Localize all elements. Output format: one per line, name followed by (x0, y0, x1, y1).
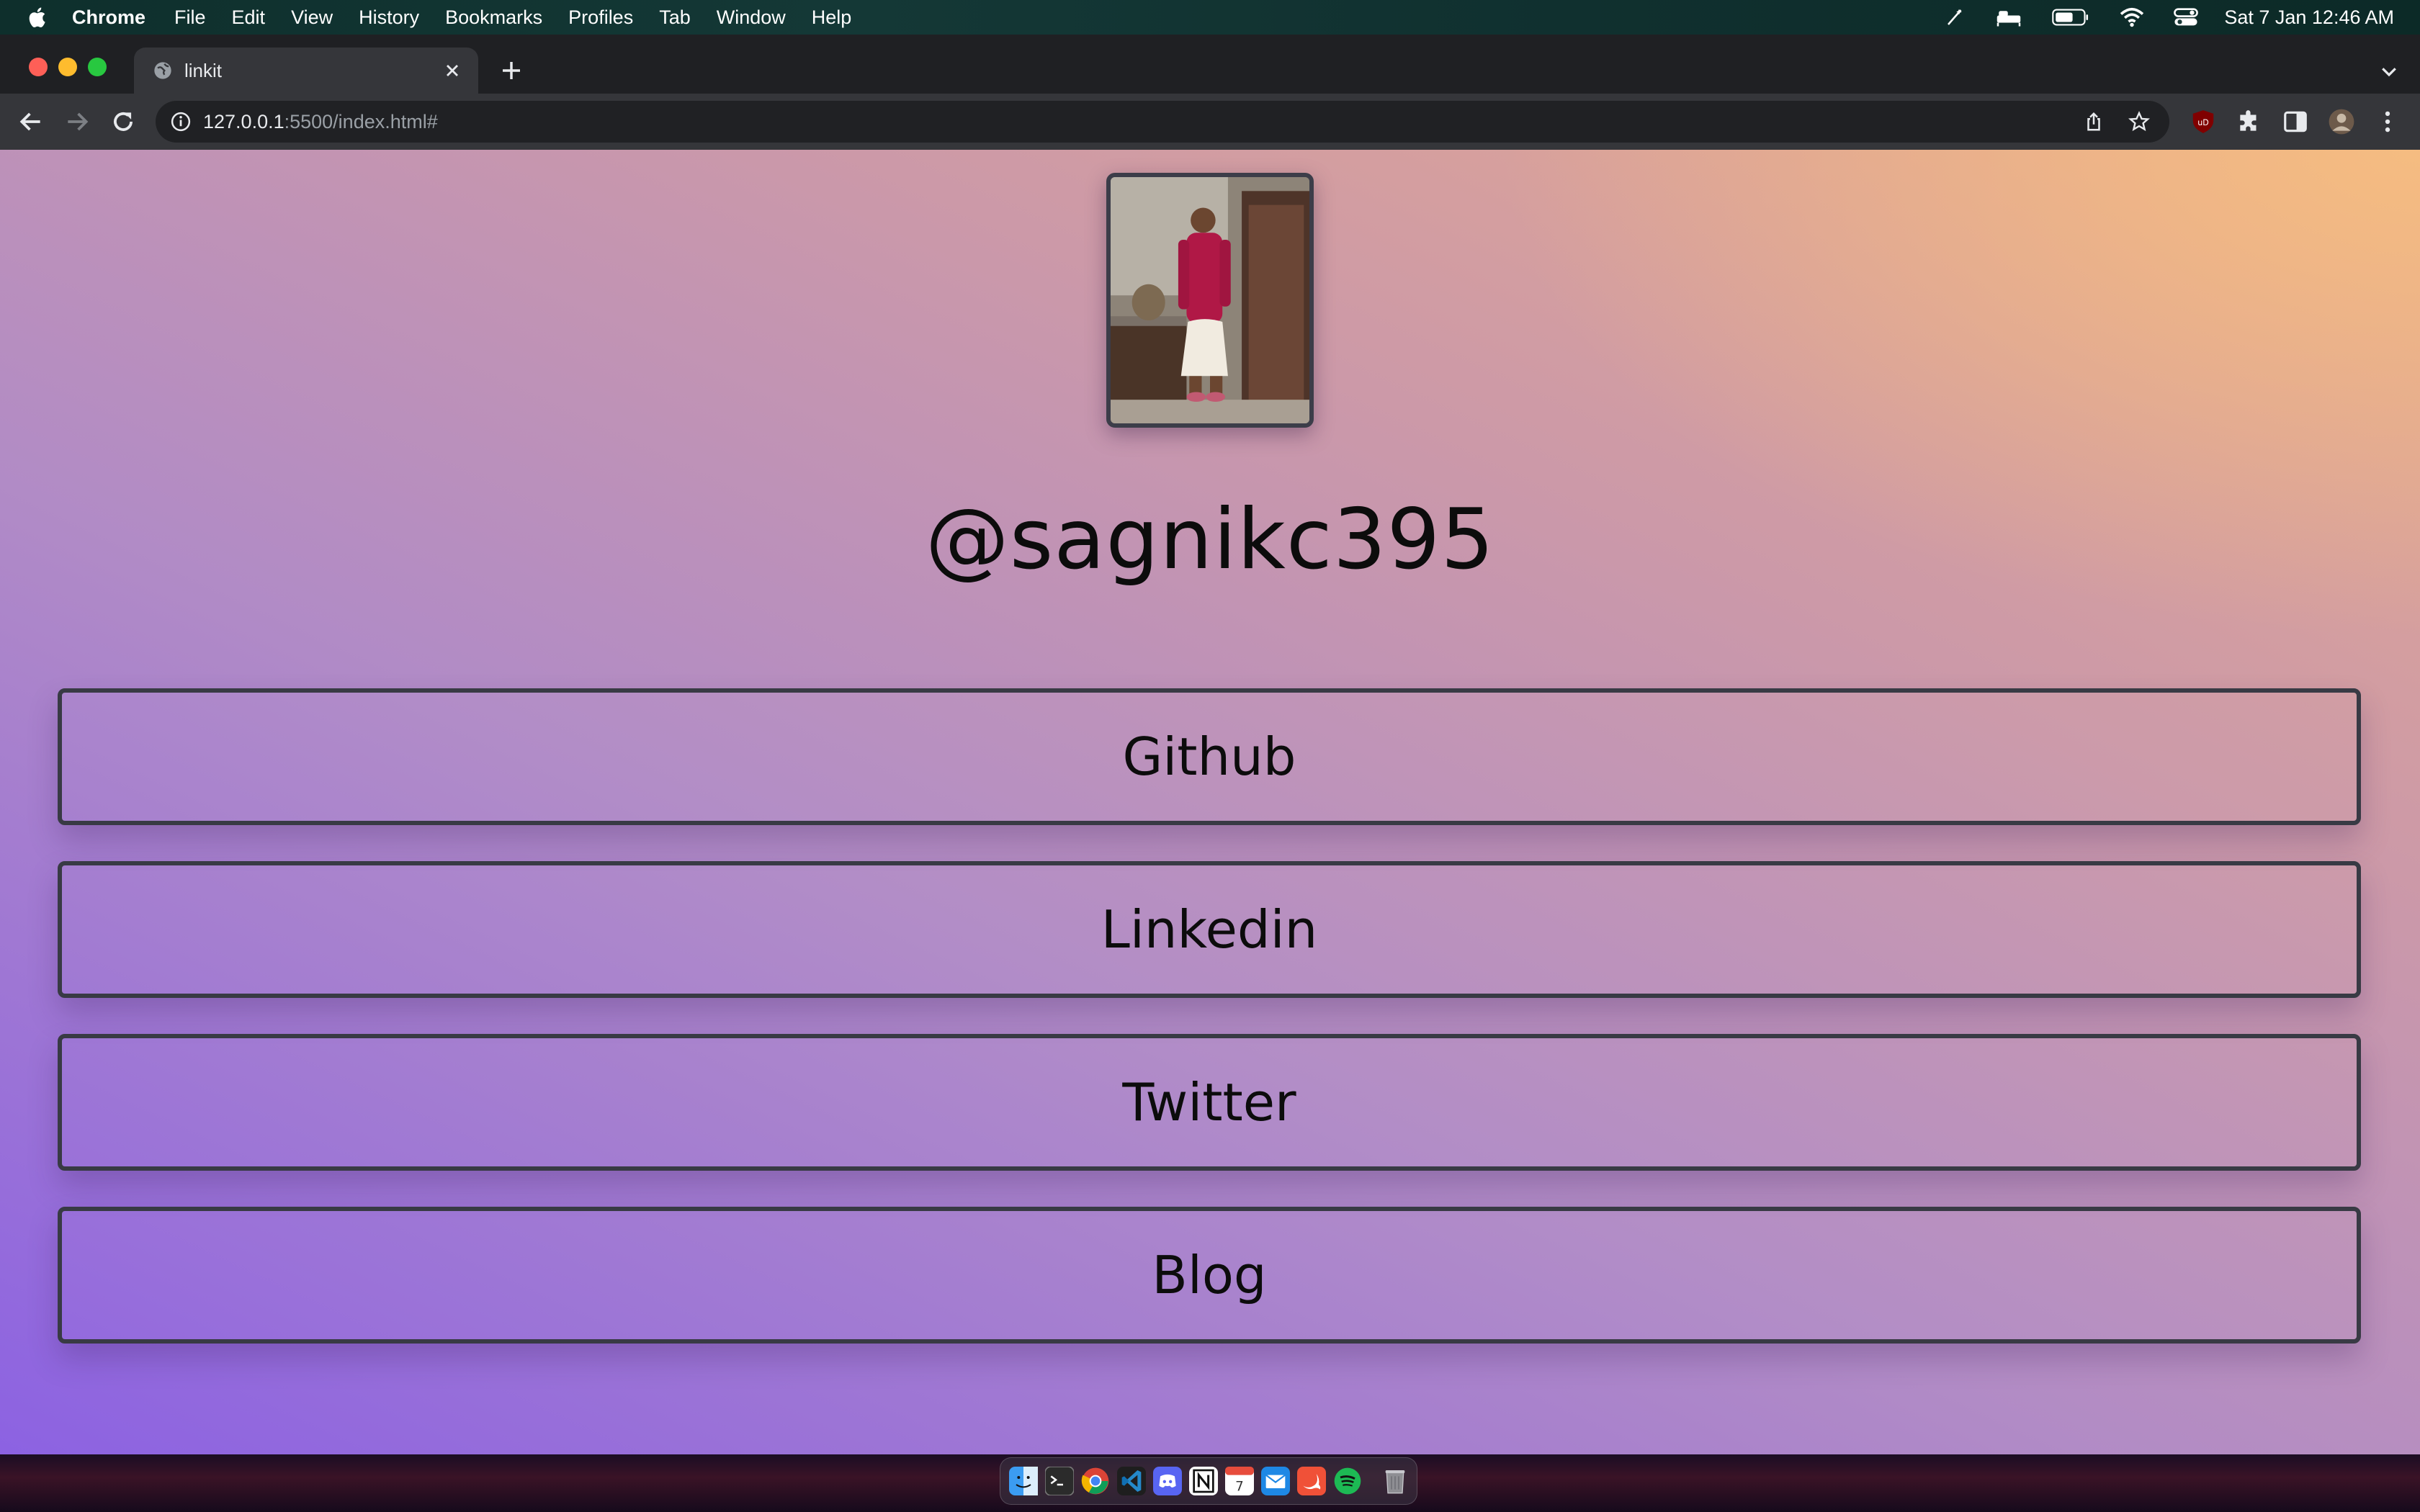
forward-arrow-icon[interactable] (63, 108, 91, 135)
swift-icon[interactable] (1297, 1467, 1326, 1495)
page-viewport: @sagnikc395 Github Linkedin Twitter Blog (0, 150, 2420, 1454)
finder-icon[interactable] (1009, 1467, 1038, 1495)
site-info-icon[interactable] (170, 111, 192, 132)
twitter-link-button[interactable]: Twitter (58, 1034, 2361, 1171)
new-tab-icon[interactable] (500, 59, 523, 82)
discord-icon[interactable] (1153, 1467, 1182, 1495)
browser-toolbar: 127.0.0.1:5500/index.html# uD (0, 94, 2420, 150)
linkedin-link-button[interactable]: Linkedin (58, 861, 2361, 998)
url-path: :5500/index.html# (284, 110, 438, 132)
tab-search-chevron-icon[interactable] (2378, 60, 2400, 82)
share-icon[interactable] (2083, 111, 2105, 132)
menu-tab[interactable]: Tab (659, 6, 691, 29)
back-arrow-icon[interactable] (17, 108, 45, 135)
wand-icon[interactable] (1945, 6, 1966, 28)
chrome-menu-kebab-icon[interactable] (2374, 108, 2401, 135)
vscode-icon[interactable] (1117, 1467, 1146, 1495)
profile-photo-image (1111, 177, 1309, 423)
tab-close-icon[interactable] (442, 60, 462, 81)
battery-icon[interactable] (2051, 8, 2090, 27)
url-host: 127.0.0.1 (203, 110, 284, 132)
menu-view[interactable]: View (291, 6, 333, 29)
macos-dock: 7 (1000, 1457, 1417, 1505)
ublock-origin-icon[interactable]: uD (2190, 108, 2217, 135)
link-list: Github Linkedin Twitter Blog (58, 688, 2361, 1380)
browser-tab-active[interactable]: linkit (134, 48, 478, 94)
svg-text:uD: uD (2197, 118, 2209, 127)
menu-profiles[interactable]: Profiles (568, 6, 633, 29)
spotify-icon[interactable] (1333, 1467, 1362, 1495)
status-area: Sat 7 Jan 12:46 AM (1916, 0, 2394, 35)
mail-icon[interactable] (1261, 1467, 1290, 1495)
menu-history[interactable]: History (359, 6, 419, 29)
tab-title: linkit (184, 59, 223, 81)
menu-bookmarks[interactable]: Bookmarks (445, 6, 542, 29)
address-bar[interactable]: 127.0.0.1:5500/index.html# (156, 101, 2169, 143)
reload-icon[interactable] (109, 108, 137, 135)
blog-link-button[interactable]: Blog (58, 1207, 2361, 1344)
menu-file[interactable]: File (174, 6, 206, 29)
calendar-day: 7 (1235, 1479, 1244, 1494)
profile-handle: @sagnikc395 (925, 491, 1495, 588)
trash-icon[interactable] (1381, 1467, 1410, 1495)
window-minimize-button[interactable] (58, 58, 77, 76)
wifi-icon[interactable] (2119, 6, 2145, 28)
chrome-icon[interactable] (1081, 1467, 1110, 1495)
control-center-icon[interactable] (2174, 6, 2199, 28)
globe-icon (154, 62, 171, 79)
menu-help[interactable]: Help (812, 6, 852, 29)
sleep-bed-icon[interactable] (1995, 6, 2022, 28)
apple-logo-icon[interactable] (26, 5, 50, 30)
calendar-icon[interactable]: 7 (1225, 1467, 1254, 1495)
side-panel-icon[interactable] (2282, 108, 2309, 135)
menubar-clock[interactable]: Sat 7 Jan 12:46 AM (2224, 6, 2394, 29)
window-close-button[interactable] (29, 58, 48, 76)
menu-edit[interactable]: Edit (232, 6, 266, 29)
menu-window[interactable]: Window (717, 6, 786, 29)
bookmark-star-icon[interactable] (2128, 110, 2151, 133)
menu-app-name[interactable]: Chrome (72, 6, 145, 29)
profile-photo (1106, 173, 1314, 428)
extensions-puzzle-icon[interactable] (2236, 108, 2263, 135)
profile-avatar-icon[interactable] (2328, 108, 2355, 135)
github-link-button[interactable]: Github (58, 688, 2361, 825)
terminal-icon[interactable] (1045, 1467, 1074, 1495)
notion-icon[interactable] (1189, 1467, 1218, 1495)
window-fullscreen-button[interactable] (88, 58, 107, 76)
macos-menu-bar: Chrome File Edit View History Bookmarks … (0, 0, 2420, 35)
